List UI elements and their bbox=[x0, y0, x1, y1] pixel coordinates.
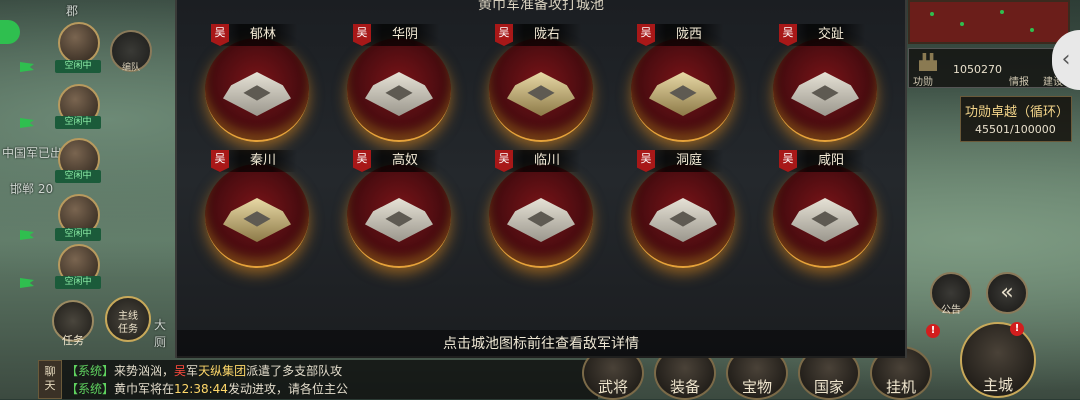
faction-badge: 吴 bbox=[637, 24, 655, 46]
city-card[interactable]: 陇西吴 bbox=[627, 24, 737, 142]
city-card[interactable]: 交趾吴 bbox=[769, 24, 879, 142]
city-card[interactable]: 咸阳吴 bbox=[769, 150, 879, 268]
hero-avatar-1[interactable] bbox=[58, 22, 100, 64]
idle-tag-2: 空闲中 bbox=[55, 116, 101, 129]
system-tag: 【系统】 bbox=[66, 364, 115, 378]
flag-icon bbox=[20, 278, 34, 288]
idle-tag-4: 空闲中 bbox=[55, 228, 101, 241]
top-label: 郡 bbox=[66, 4, 79, 18]
faction-badge: 吴 bbox=[211, 150, 229, 172]
chat-tab[interactable]: 聊 天 bbox=[38, 360, 62, 399]
time-text: 12:38:44 bbox=[174, 382, 228, 396]
mainline-label-2: 任务 bbox=[118, 324, 138, 335]
faction-badge: 吴 bbox=[211, 24, 229, 46]
flag-icon bbox=[20, 118, 34, 128]
place-text: 邯郸 20 bbox=[10, 182, 54, 196]
excel-progress: 45501/100000 bbox=[975, 123, 1056, 136]
chat-line-1: 【系统】来势汹汹，吴军天纵集团派遣了多支部队攻 bbox=[66, 362, 342, 379]
attack-warning-modal: 黄巾军准备攻打城池 郁林吴华阴吴陇右吴陇西吴交趾吴秦川吴高奴吴临川吴洞庭吴咸阳吴… bbox=[175, 0, 907, 358]
faction-text: 吴 bbox=[174, 364, 187, 378]
excel-title: 功勋卓越（循环） bbox=[965, 105, 1070, 120]
city-card[interactable]: 郁林吴 bbox=[201, 24, 311, 142]
army-status-text: 中国军已出 bbox=[2, 146, 63, 160]
flag-icon bbox=[20, 62, 34, 72]
city-card[interactable]: 秦川吴 bbox=[201, 150, 311, 268]
idle-tag-3: 空闲中 bbox=[55, 170, 101, 183]
chat-text: 派遣了多支部队攻 bbox=[246, 364, 343, 378]
city-card[interactable]: 陇右吴 bbox=[485, 24, 595, 142]
chat-tab-2: 天 bbox=[44, 379, 56, 392]
faction-badge: 吴 bbox=[353, 24, 371, 46]
chat-text: 军 bbox=[186, 364, 199, 378]
chat-bubble-icon[interactable] bbox=[0, 20, 20, 44]
flag-icon bbox=[20, 230, 34, 240]
faction-badge: 吴 bbox=[779, 24, 797, 46]
chat-line-2: 【系统】黄巾军将在12:38:44发动进攻，请各位主公 bbox=[66, 380, 348, 397]
city-card[interactable]: 高奴吴 bbox=[343, 150, 453, 268]
mainline-task-button[interactable]: 主线 任务 bbox=[105, 296, 151, 342]
merit-excellence-panel[interactable]: 功勋卓越（循环） 45501/100000 bbox=[960, 96, 1072, 142]
merit-bar: 功勋 1050270 情报 建设 bbox=[908, 48, 1070, 88]
system-tag: 【系统】 bbox=[66, 382, 115, 396]
chat-text: 黄巾军将在 bbox=[114, 382, 175, 396]
intel-button[interactable]: 情报 bbox=[1009, 73, 1029, 88]
city-card[interactable]: 临川吴 bbox=[485, 150, 595, 268]
faction-badge: 吴 bbox=[779, 150, 797, 172]
city-card[interactable]: 华阴吴 bbox=[343, 24, 453, 142]
notice-button[interactable]: 公告 bbox=[930, 272, 972, 316]
faction-badge: 吴 bbox=[353, 150, 371, 172]
idle-tag-5: 空闲中 bbox=[55, 276, 101, 289]
troop-formation-button[interactable]: 编队 bbox=[110, 30, 152, 73]
merit-icon bbox=[919, 53, 937, 71]
mainline-label-1: 主线 bbox=[118, 311, 138, 322]
alert-badge: ! bbox=[1010, 322, 1024, 336]
chat-text: 来势汹汹， bbox=[114, 364, 175, 378]
alert-badge: ! bbox=[926, 324, 940, 338]
task-button[interactable]: 任务 bbox=[52, 300, 94, 347]
nav-main-city-button[interactable]: 主城 bbox=[960, 322, 1036, 398]
faction-badge: 吴 bbox=[495, 150, 513, 172]
truncated-text: 大厕 bbox=[154, 318, 167, 349]
faction-badge: 吴 bbox=[637, 150, 655, 172]
faction-badge: 吴 bbox=[495, 24, 513, 46]
left-panel: 郡 空闲中 编队 空闲中 中国军已出 空闲中 邯郸 20 空闲中 空闲中 任务 … bbox=[0, 0, 175, 399]
idle-tag-1: 空闲中 bbox=[55, 60, 101, 73]
merit-value: 1050270 bbox=[953, 63, 1002, 76]
modal-title: 黄巾军准备攻打城池 bbox=[478, 0, 604, 13]
city-card[interactable]: 洞庭吴 bbox=[627, 150, 737, 268]
chat-text: 发动进攻，请各位主公 bbox=[227, 382, 348, 396]
merit-label: 功勋 bbox=[913, 77, 933, 88]
collapse-icon[interactable]: « bbox=[986, 272, 1028, 314]
group-text: 天纵集团 bbox=[198, 364, 247, 378]
modal-footer-hint: 点击城池图标前往查看敌军详情 bbox=[177, 330, 905, 358]
minimap[interactable] bbox=[908, 0, 1070, 44]
chat-tab-1: 聊 bbox=[44, 365, 56, 378]
